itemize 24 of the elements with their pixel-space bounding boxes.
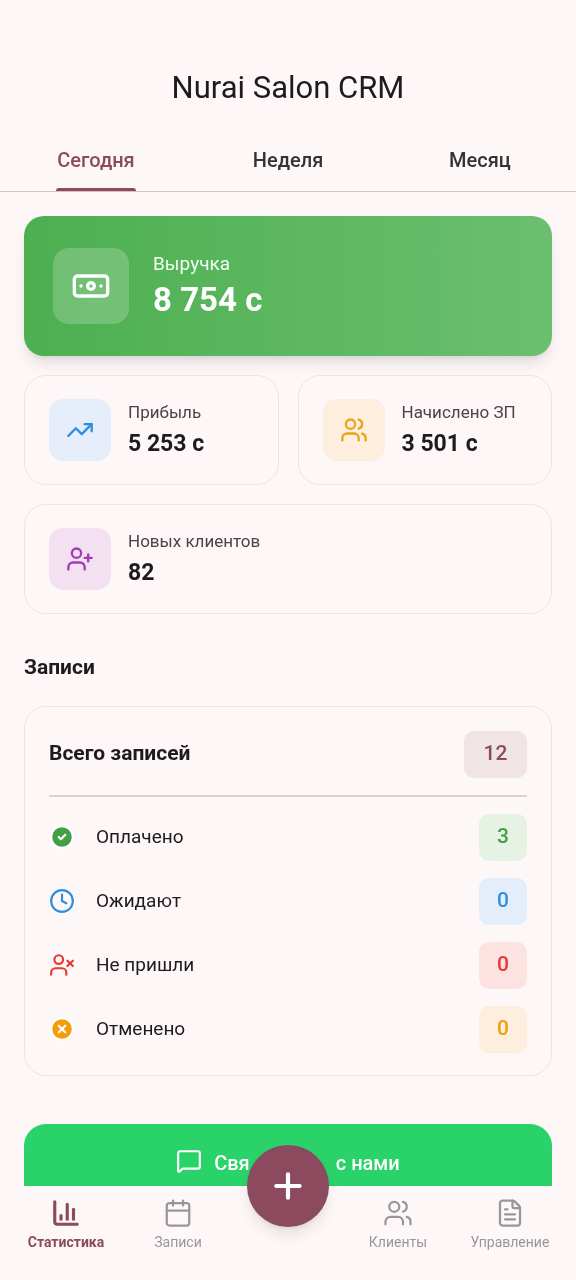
stat-label: Новых клиентов (128, 530, 261, 554)
stat-value: 3 501 с (401, 428, 479, 459)
status-label: Не пришли (96, 951, 196, 978)
tab[interactable]: Неделя (192, 128, 384, 191)
status-count: 3 (479, 813, 527, 861)
stat-value: 82 (128, 557, 156, 588)
stat-label: Прибыль (128, 401, 203, 425)
total-label: Всего записей (49, 740, 191, 768)
status-count: 0 (479, 941, 527, 989)
tab[interactable]: Месяц (384, 128, 576, 191)
status-label: Оплачено (96, 823, 185, 850)
total-count: 12 (464, 730, 527, 778)
status-count: 0 (479, 1005, 527, 1053)
stat-value: 5 253 с (128, 428, 205, 459)
status-label: Ожидают (96, 887, 183, 914)
app-title: Nurai Salon CRM (171, 68, 405, 108)
section-heading: Записи (24, 654, 96, 681)
tab[interactable]: Сегодня (0, 128, 192, 191)
revenue-value: 8 754 с (153, 279, 263, 322)
stat-label: Начислено ЗП (401, 401, 516, 425)
status-count: 0 (479, 877, 527, 925)
status-label: Отменено (96, 1015, 187, 1042)
nav-item[interactable]: Статистика (10, 1198, 122, 1253)
revenue-label: Выручка (153, 250, 232, 277)
